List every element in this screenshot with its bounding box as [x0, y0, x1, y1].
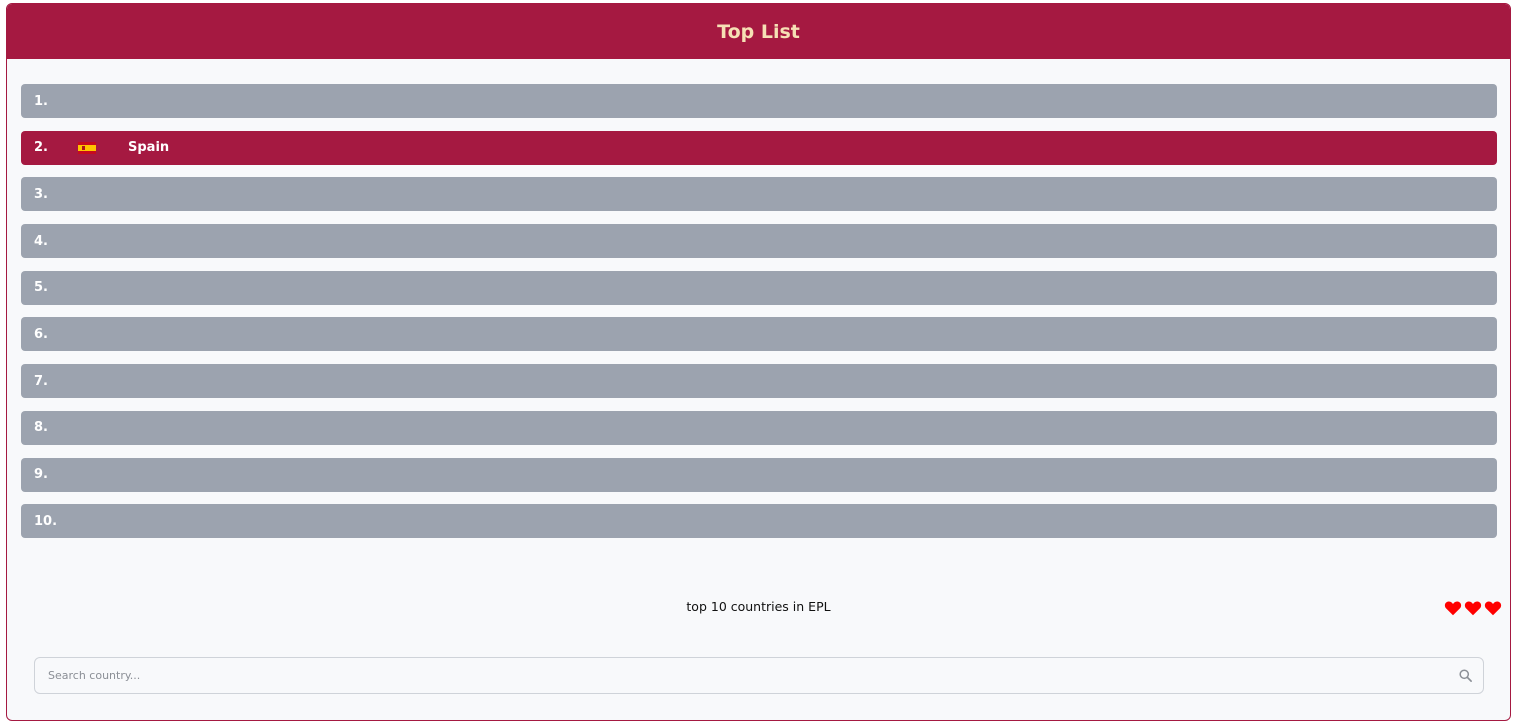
- rank-label: 6.: [34, 326, 48, 342]
- list-item: 8.: [21, 410, 1497, 445]
- rank-label: 9.: [34, 467, 48, 482]
- rank-label: 1.: [34, 93, 48, 109]
- page-title: Top List: [717, 20, 800, 43]
- heart-icon: [1484, 601, 1502, 616]
- list-item: 5.: [21, 270, 1497, 305]
- search-input[interactable]: [35, 658, 1483, 693]
- list-item: 2. Spain: [21, 130, 1497, 165]
- rank-label: 7.: [34, 373, 48, 389]
- rank-label: 8.: [34, 420, 48, 436]
- list-item: 9.: [21, 457, 1497, 492]
- top-list: 1. 2. Spain 3. 4. 5. 6. 7. 8. 9. 10.: [21, 84, 1497, 551]
- list-item: 7.: [21, 364, 1497, 399]
- rank-label: 2.: [34, 140, 48, 156]
- rank-label: 4.: [34, 233, 48, 249]
- list-item: 1.: [21, 84, 1497, 118]
- top-list-card: Top List 1. 2. Spain 3. 4. 5. 6. 7. 8. 9…: [6, 3, 1511, 721]
- list-item: 4.: [21, 224, 1497, 259]
- rank-label: 3.: [34, 186, 48, 202]
- rank-label: 5.: [34, 280, 48, 296]
- lives-indicator: [1444, 600, 1502, 616]
- list-item: 6.: [21, 317, 1497, 352]
- list-item: 10.: [21, 504, 1497, 539]
- country-name: Spain: [128, 140, 170, 156]
- search-icon[interactable]: [1458, 668, 1473, 683]
- heart-icon: [1464, 601, 1482, 616]
- spain-flag-icon: [78, 141, 96, 154]
- list-item: 3.: [21, 177, 1497, 212]
- search-box: [34, 657, 1484, 694]
- rank-label: 10.: [34, 513, 58, 529]
- header: Top List: [7, 4, 1510, 59]
- list-caption: top 10 countries in EPL: [686, 599, 831, 614]
- heart-icon: [1444, 601, 1462, 616]
